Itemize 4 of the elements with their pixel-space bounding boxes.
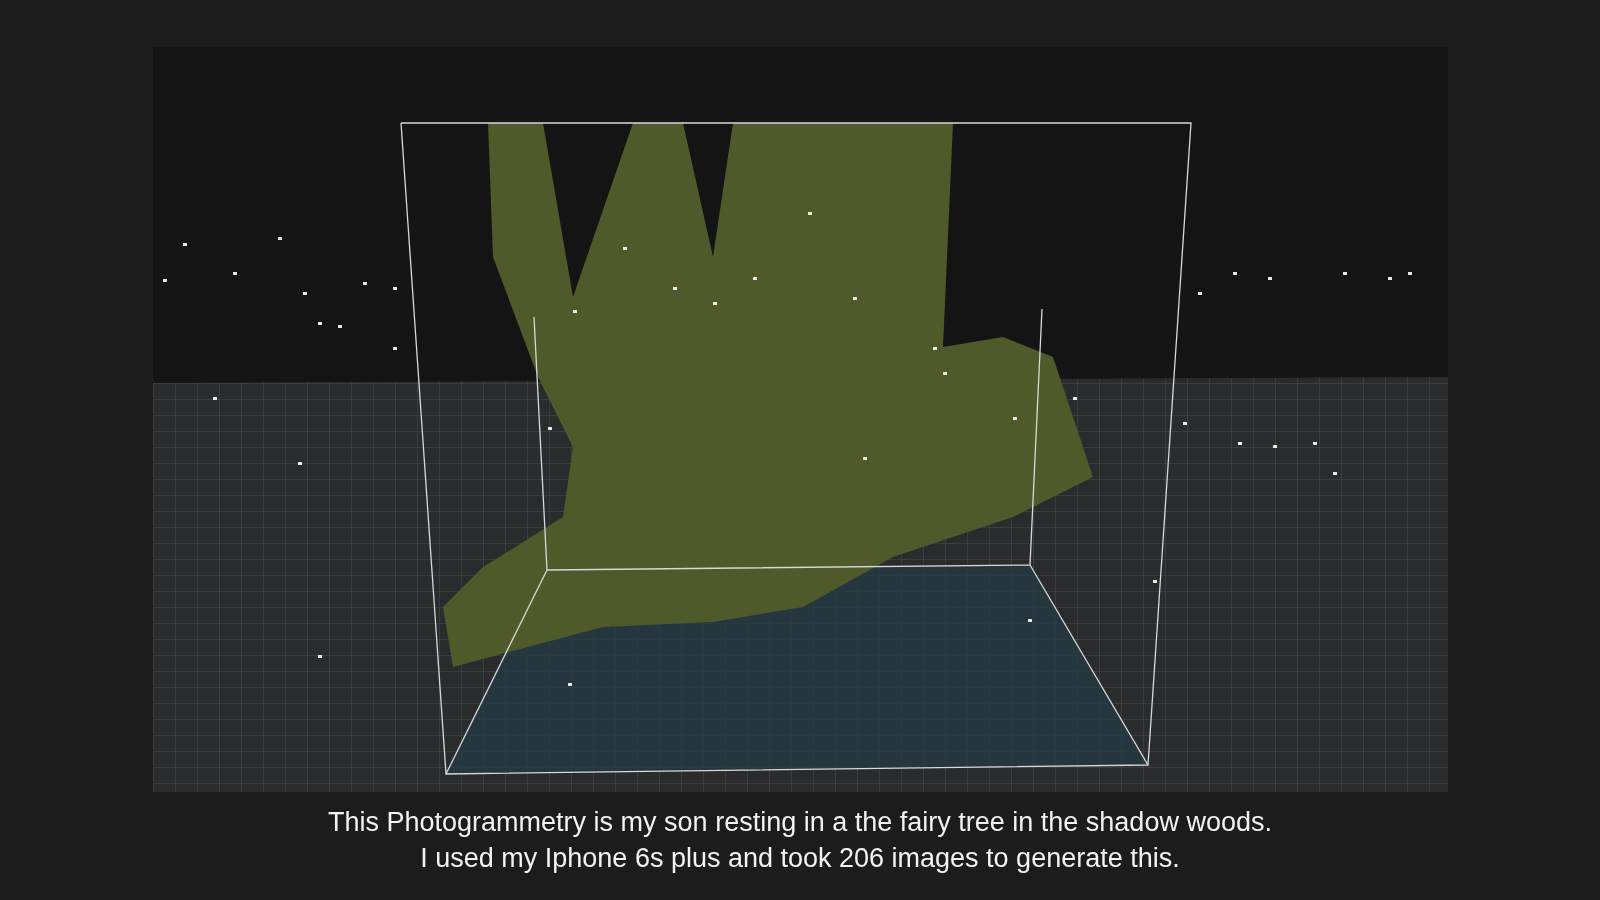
caption-text: This Photogrammetry is my son resting in a the fairy tree in the shadow woods.	[328, 806, 1272, 839]
bounding-box-drawing[interactable]	[399, 122, 1192, 775]
3d-viewport[interactable]	[152, 47, 1448, 792]
caption-text: I used my Iphone 6s plus and took 206 images to generate this.	[420, 842, 1180, 875]
